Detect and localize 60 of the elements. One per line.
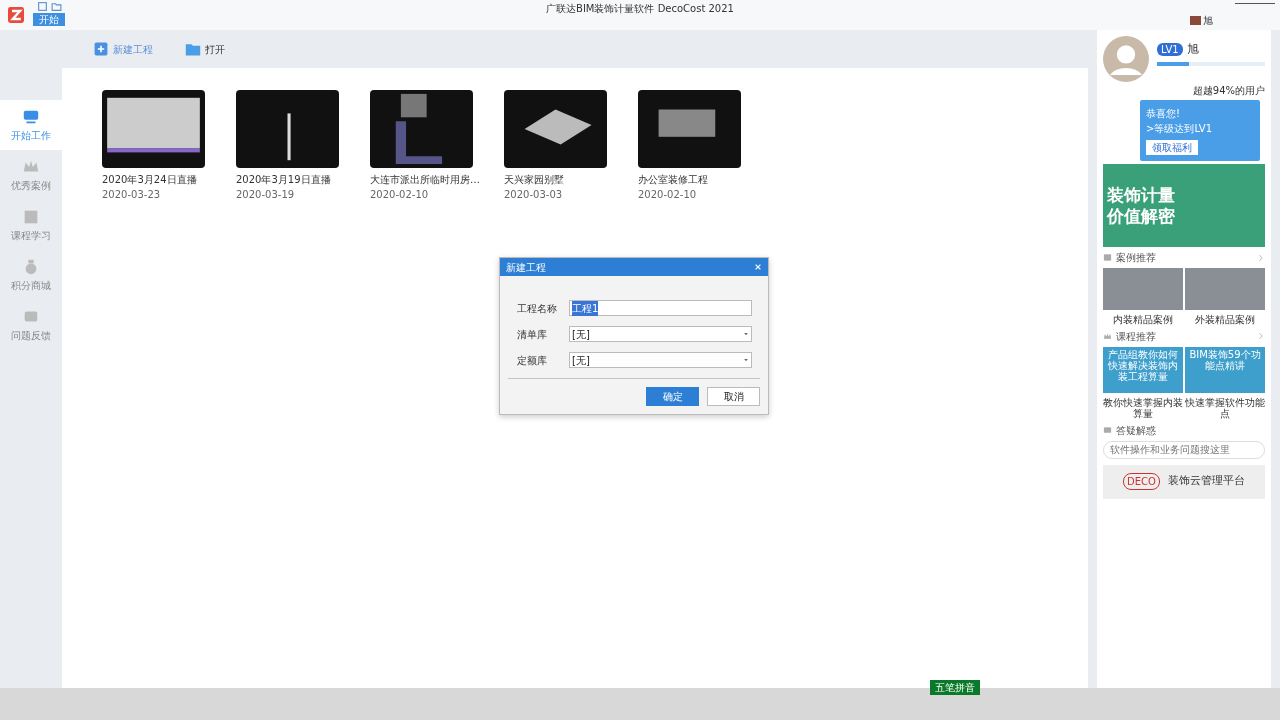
cancel-button[interactable]: 取消 bbox=[707, 387, 760, 406]
dropdown-field[interactable]: [无] bbox=[569, 352, 752, 368]
user-name: 旭 bbox=[1203, 14, 1213, 28]
project-name[interactable]: 办公室装修工程 bbox=[638, 172, 758, 187]
crown-icon bbox=[1103, 331, 1112, 341]
profile-name: 旭 bbox=[1186, 41, 1199, 58]
list-icon bbox=[1103, 253, 1112, 262]
card-caption[interactable]: 快速掌握软件功能点 bbox=[1185, 396, 1265, 420]
project-name[interactable]: 2020年3月24日直播 bbox=[102, 172, 222, 187]
chat-icon bbox=[1103, 425, 1112, 435]
caret-icon bbox=[743, 331, 749, 337]
project-name[interactable]: 2020年3月19日直播 bbox=[236, 172, 356, 187]
ok-button[interactable]: 确定 bbox=[646, 387, 699, 406]
project-thumbnail[interactable] bbox=[236, 90, 339, 168]
close-icon[interactable] bbox=[754, 263, 762, 271]
project-name[interactable]: 天兴家园别墅 bbox=[504, 172, 624, 187]
card-caption[interactable]: 教你快速掌握内装算量 bbox=[1103, 396, 1183, 420]
project-date: 2020-03-23 bbox=[102, 188, 162, 202]
project-thumbnail[interactable] bbox=[370, 90, 473, 168]
project-date: 2020-03-03 bbox=[504, 188, 564, 202]
add-icon bbox=[93, 41, 109, 57]
section-title: 答疑解惑 bbox=[1116, 423, 1156, 438]
chevron-right-icon bbox=[1257, 253, 1265, 262]
caret-icon bbox=[743, 357, 749, 363]
cloud-platform-button[interactable]: DECO 装饰云管理平台 bbox=[1103, 464, 1265, 499]
ime-indicator[interactable]: 五笔拼音 bbox=[930, 680, 980, 695]
window-title: 广联达BIM装饰计量软件 DecoCost 2021 bbox=[545, 2, 735, 16]
project-date: 2020-03-19 bbox=[236, 188, 296, 202]
project-thumbnail[interactable] bbox=[504, 90, 607, 168]
popup-text: >等级达到LV1 bbox=[1146, 122, 1214, 136]
sidebar-tab[interactable]: 开始工作 bbox=[0, 100, 62, 150]
avatar-placeholder bbox=[1190, 16, 1201, 25]
level-badge: LV1 bbox=[1157, 42, 1183, 56]
project-date: 2020-02-10 bbox=[638, 188, 698, 202]
claim-reward-button[interactable]: 领取福利 bbox=[1146, 140, 1198, 155]
input-field[interactable]: 工程1 bbox=[569, 300, 752, 316]
project-date: 2020-02-10 bbox=[370, 188, 430, 202]
open-button[interactable]: 打开 bbox=[184, 40, 226, 58]
field-label: 定额库 bbox=[517, 353, 548, 368]
section-title: 课程推荐 bbox=[1116, 329, 1157, 344]
card-caption[interactable]: 外装精品案例 bbox=[1185, 314, 1265, 326]
search-field[interactable]: 软件操作和业务问题搜这里 bbox=[1103, 440, 1265, 459]
project-thumbnail[interactable] bbox=[638, 90, 741, 168]
project-name[interactable]: 大连市派出所临时用房… bbox=[370, 172, 490, 187]
app-logo-icon bbox=[8, 7, 24, 23]
project-thumbnail[interactable] bbox=[102, 90, 205, 168]
chevron-right-icon bbox=[1257, 332, 1265, 340]
folder-icon bbox=[51, 1, 62, 12]
popup-text: 恭喜您! bbox=[1146, 107, 1181, 121]
avatar-icon bbox=[1103, 36, 1149, 82]
field-label: 清单库 bbox=[517, 327, 548, 342]
dialog-title: 新建工程 bbox=[506, 260, 546, 275]
dropdown-field[interactable]: [无] bbox=[569, 326, 752, 342]
section-title: 案例推荐 bbox=[1116, 251, 1157, 265]
cloud-logo: DECO bbox=[1123, 473, 1160, 490]
rank-text: 超越94%的用户 bbox=[1191, 84, 1265, 98]
save-icon bbox=[37, 1, 48, 12]
folder-icon bbox=[185, 41, 201, 57]
card-caption[interactable]: 内装精品案例 bbox=[1103, 314, 1183, 326]
field-label: 工程名称 bbox=[517, 301, 558, 316]
